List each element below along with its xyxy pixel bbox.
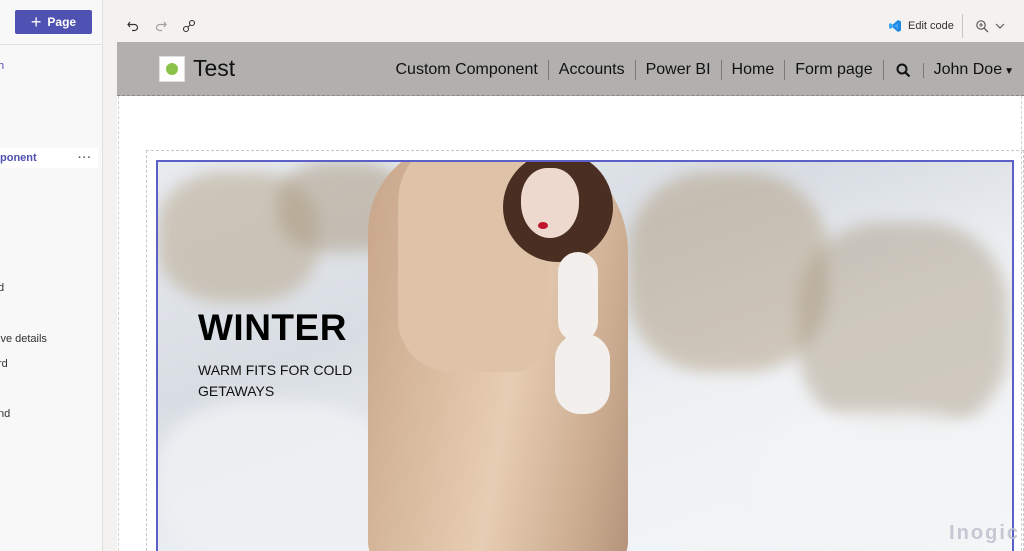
vscode-icon — [889, 20, 901, 32]
hero-subtitle: WARM FITS FOR COLD GETAWAYS — [198, 362, 353, 399]
undo-icon[interactable] — [123, 16, 143, 36]
lips-figure — [538, 222, 548, 229]
code-zoom-toolbar: Edit code — [880, 14, 1020, 38]
plus-icon: + — [30, 12, 42, 32]
user-menu[interactable]: John Doe ▼ — [924, 61, 1020, 79]
tree-link[interactable]: h — [0, 60, 4, 72]
nav-custom-component[interactable]: Custom Component — [386, 60, 549, 80]
edit-code-button[interactable]: Edit code — [880, 14, 963, 38]
face-figure — [521, 168, 579, 238]
logo-mark — [166, 63, 178, 75]
watermark-logo: Inogic — [949, 522, 1020, 544]
glove-figure — [555, 334, 610, 414]
connect-icon[interactable] — [179, 16, 199, 36]
hero-banner[interactable]: WINTER WARM FITS FOR COLD GETAWAYS — [156, 160, 1014, 551]
pages-panel: + Page h ponent ··· d ive details rd nd — [0, 0, 103, 551]
site-nav: Custom Component Accounts Power BI Home … — [386, 58, 1021, 82]
panel-divider — [0, 44, 102, 45]
zoom-dropdown[interactable] — [963, 19, 1005, 33]
chevron-down-icon — [995, 23, 1005, 29]
tree-item[interactable]: ive details — [0, 333, 47, 345]
design-canvas: Test Custom Component Accounts Power BI … — [117, 42, 1024, 551]
tree-item[interactable]: nd — [0, 408, 10, 420]
user-name: John Doe — [933, 61, 1003, 78]
nav-power-bi[interactable]: Power BI — [636, 60, 722, 80]
tree-item-custom-component[interactable]: ponent ··· — [0, 148, 98, 168]
nav-accounts[interactable]: Accounts — [549, 60, 636, 80]
tree-item[interactable]: rd — [0, 358, 8, 370]
caret-down-icon: ▼ — [1004, 66, 1014, 77]
hero-title: WINTER — [198, 307, 347, 348]
site-logo[interactable] — [159, 56, 185, 82]
background-rock — [798, 222, 1008, 432]
scarf-figure — [558, 252, 598, 342]
site-title[interactable]: Test — [193, 55, 235, 82]
snow-drift — [158, 402, 388, 551]
tree-item[interactable]: d — [0, 282, 4, 294]
nav-form-page[interactable]: Form page — [785, 60, 884, 80]
tree-item-label: ponent — [0, 152, 37, 164]
redo-icon[interactable] — [151, 16, 171, 36]
search-icon[interactable] — [884, 62, 924, 78]
edit-code-label: Edit code — [908, 20, 954, 32]
canvas-toolbar — [117, 12, 201, 40]
nav-home[interactable]: Home — [722, 60, 786, 80]
zoom-in-icon — [976, 20, 989, 33]
more-options-icon[interactable]: ··· — [78, 148, 92, 168]
add-page-button[interactable]: + Page — [15, 10, 92, 34]
add-page-label: Page — [47, 15, 77, 29]
site-header: Test Custom Component Accounts Power BI … — [117, 42, 1024, 96]
